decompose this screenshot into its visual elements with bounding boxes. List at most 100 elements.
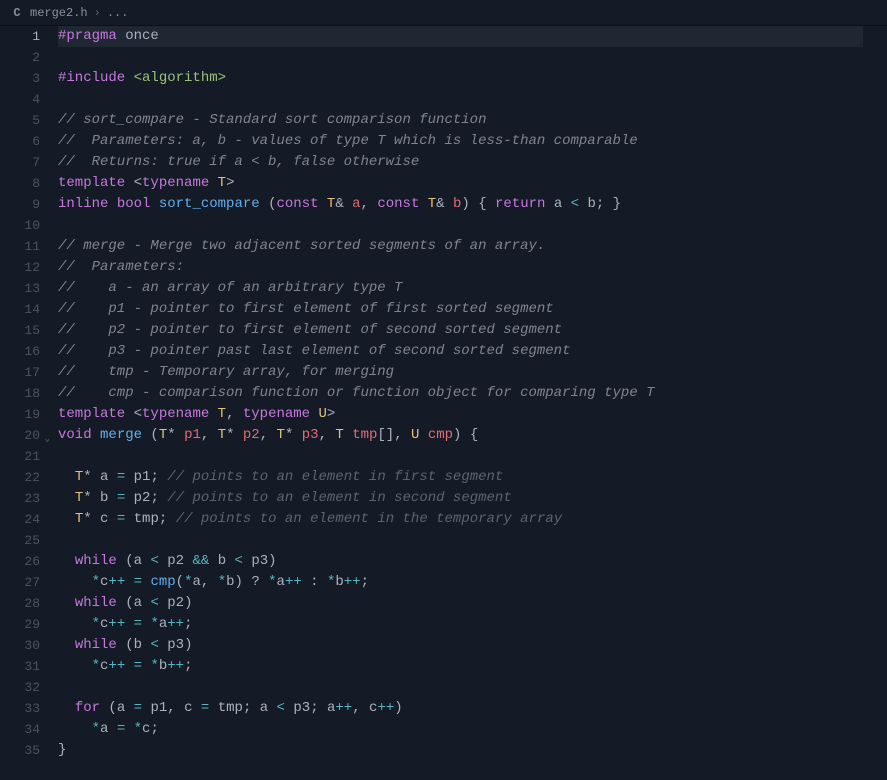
code-line[interactable]: // Returns: true if a < b, false otherwi… — [58, 152, 863, 173]
line-number[interactable]: 1 — [0, 26, 40, 47]
line-number[interactable]: 16 — [0, 341, 40, 362]
line-number[interactable]: 12 — [0, 257, 40, 278]
code-line[interactable]: // Parameters: — [58, 257, 863, 278]
token: ( — [117, 553, 134, 569]
code-line[interactable] — [58, 677, 863, 698]
token: return — [495, 196, 545, 212]
code-line[interactable]: *c++ = *b++; — [58, 656, 863, 677]
line-number[interactable]: 25 — [0, 530, 40, 551]
token: // a - an array of an arbitrary type T — [58, 280, 402, 296]
code-line[interactable]: // Parameters: a, b - values of type T w… — [58, 131, 863, 152]
line-number[interactable]: 9 — [0, 194, 40, 215]
code-area[interactable]: #pragma once #include <algorithm> // sort_… — [50, 26, 863, 780]
code-line[interactable]: void merge (T* p1, T* p2, T* p3, T tmp[]… — [58, 425, 863, 446]
code-line[interactable]: *c++ = cmp(*a, *b) ? *a++ : *b++; — [58, 572, 863, 593]
line-number[interactable]: 8 — [0, 173, 40, 194]
line-number[interactable]: 21 — [0, 446, 40, 467]
line-number[interactable]: 26 — [0, 551, 40, 572]
line-number[interactable]: 6 — [0, 131, 40, 152]
line-number[interactable]: 13 — [0, 278, 40, 299]
code-line[interactable] — [58, 47, 863, 68]
token: ; — [184, 658, 192, 674]
line-number[interactable]: 33 — [0, 698, 40, 719]
code-line[interactable] — [58, 89, 863, 110]
line-number[interactable]: 29 — [0, 614, 40, 635]
token: T — [75, 469, 83, 485]
code-line[interactable] — [58, 530, 863, 551]
token: T — [75, 490, 83, 506]
line-number[interactable]: 7 — [0, 152, 40, 173]
code-line[interactable]: *a = *c; — [58, 719, 863, 740]
code-line[interactable]: // p1 - pointer to first element of firs… — [58, 299, 863, 320]
line-number[interactable]: 2 — [0, 47, 40, 68]
token: b — [226, 574, 234, 590]
line-number-gutter[interactable]: 1234567891011121314151617181920⌄21222324… — [0, 26, 50, 780]
token — [419, 427, 427, 443]
fold-chevron-icon[interactable]: ⌄ — [40, 429, 50, 439]
code-line[interactable]: // cmp - comparison function or function… — [58, 383, 863, 404]
line-number[interactable]: 10 — [0, 215, 40, 236]
code-line[interactable]: for (a = p1, c = tmp; a < p3; a++, c++) — [58, 698, 863, 719]
line-number[interactable]: 14 — [0, 299, 40, 320]
code-line[interactable]: template <typename T, typename U> — [58, 404, 863, 425]
token — [58, 658, 92, 674]
line-number[interactable]: 15 — [0, 320, 40, 341]
line-number[interactable]: 23 — [0, 488, 40, 509]
code-line[interactable]: } — [58, 740, 863, 761]
line-number[interactable]: 35 — [0, 740, 40, 761]
line-number[interactable]: 32 — [0, 677, 40, 698]
code-line[interactable]: // tmp - Temporary array, for merging — [58, 362, 863, 383]
line-number[interactable]: 22 — [0, 467, 40, 488]
code-line[interactable] — [58, 215, 863, 236]
code-line[interactable]: #include <algorithm> — [58, 68, 863, 89]
line-number[interactable]: 5 — [0, 110, 40, 131]
token: b — [218, 553, 226, 569]
code-line[interactable]: T* b = p2; // points to an element in se… — [58, 488, 863, 509]
token — [58, 637, 75, 653]
line-number[interactable]: 18 — [0, 383, 40, 404]
c-file-icon: C — [10, 6, 24, 20]
line-number[interactable]: 30 — [0, 635, 40, 656]
token: while — [75, 553, 117, 569]
code-line[interactable]: // p2 - pointer to first element of seco… — [58, 320, 863, 341]
code-line[interactable] — [58, 446, 863, 467]
token: ++ — [108, 658, 125, 674]
line-number[interactable]: 27 — [0, 572, 40, 593]
code-line[interactable]: template <typename T> — [58, 173, 863, 194]
breadcrumb-more[interactable]: ... — [107, 6, 129, 20]
token: = — [125, 574, 150, 590]
code-line[interactable]: // a - an array of an arbitrary type T — [58, 278, 863, 299]
token: && — [184, 553, 218, 569]
code-line[interactable]: // p3 - pointer past last element of sec… — [58, 341, 863, 362]
code-line[interactable]: while (a < p2 && b < p3) — [58, 551, 863, 572]
token: const — [377, 196, 419, 212]
code-line[interactable]: inline bool sort_compare (const T& a, co… — [58, 194, 863, 215]
line-number[interactable]: 24 — [0, 509, 40, 530]
line-number[interactable]: 4 — [0, 89, 40, 110]
code-line[interactable]: while (b < p3) — [58, 635, 863, 656]
code-line[interactable]: // sort_compare - Standard sort comparis… — [58, 110, 863, 131]
line-number[interactable]: 17 — [0, 362, 40, 383]
code-line[interactable]: while (a < p2) — [58, 593, 863, 614]
token: ( — [117, 637, 134, 653]
code-line[interactable]: *c++ = *a++; — [58, 614, 863, 635]
token: , — [201, 574, 218, 590]
code-line[interactable]: T* c = tmp; // points to an element in t… — [58, 509, 863, 530]
token: p1 — [150, 700, 167, 716]
code-line[interactable]: T* a = p1; // points to an element in fi… — [58, 467, 863, 488]
line-number[interactable]: 20⌄ — [0, 425, 40, 446]
breadcrumb-filename[interactable]: merge2.h — [30, 6, 88, 20]
minimap[interactable] — [863, 26, 887, 780]
line-number[interactable]: 19 — [0, 404, 40, 425]
line-number[interactable]: 11 — [0, 236, 40, 257]
line-number[interactable]: 28 — [0, 593, 40, 614]
line-number[interactable]: 34 — [0, 719, 40, 740]
line-number[interactable]: 3 — [0, 68, 40, 89]
code-line[interactable]: // merge - Merge two adjacent sorted seg… — [58, 236, 863, 257]
token: // points to an element in second segmen… — [167, 490, 511, 506]
line-number[interactable]: 31 — [0, 656, 40, 677]
code-line[interactable]: #pragma once — [58, 26, 863, 47]
token: void — [58, 427, 92, 443]
token: = — [125, 616, 150, 632]
token — [117, 28, 125, 44]
